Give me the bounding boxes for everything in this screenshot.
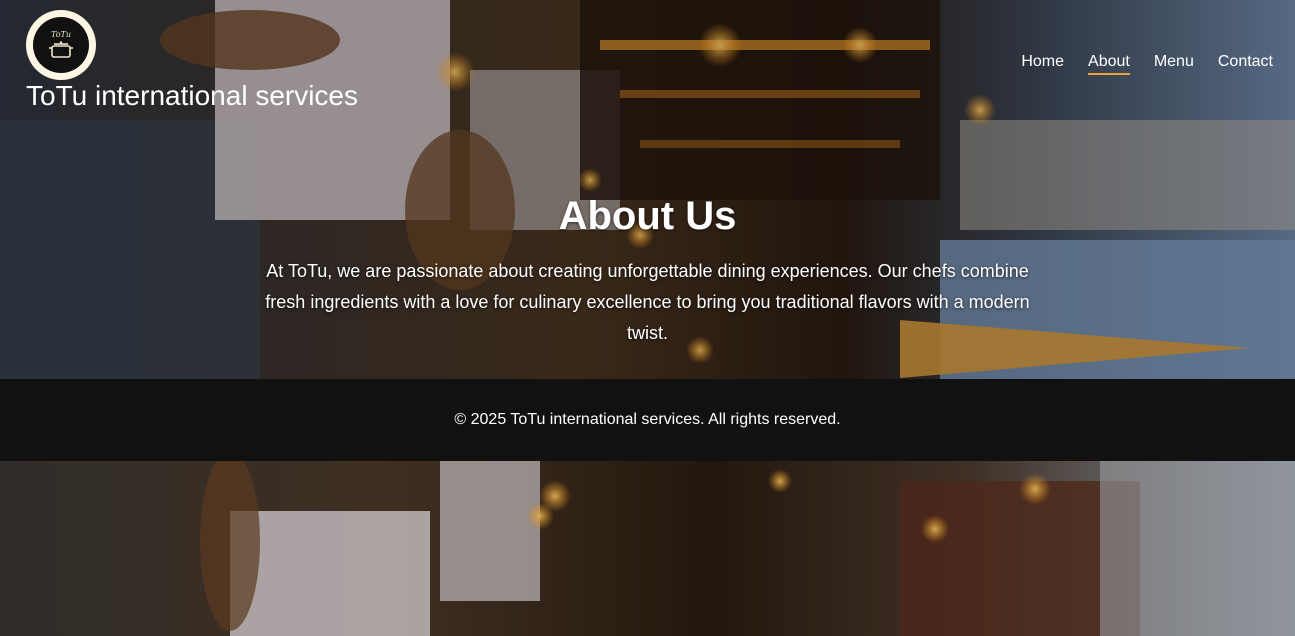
site-title: ToTu international services <box>26 80 359 111</box>
about-section: About Us At ToTu, we are passionate abou… <box>0 188 1295 349</box>
nav-home[interactable]: Home <box>1021 52 1064 75</box>
main-nav: Home About Menu Contact <box>1021 52 1273 75</box>
logo-badge: ToTu <box>33 17 89 73</box>
footer-background-image <box>0 461 1295 636</box>
logo-text: ToTu <box>50 30 72 39</box>
nav-about[interactable]: About <box>1088 52 1130 75</box>
logo[interactable]: ToTu <box>26 10 96 80</box>
cooking-pot-icon <box>49 41 73 58</box>
nav-menu[interactable]: Menu <box>1154 52 1194 75</box>
page: ToTu ToTu international services Home Ab… <box>0 0 1295 636</box>
copyright-text: © 2025 ToTu international services. All … <box>454 411 841 428</box>
page-title: About Us <box>558 194 737 238</box>
nav-contact[interactable]: Contact <box>1218 52 1273 75</box>
footer: © 2025 ToTu international services. All … <box>0 379 1295 461</box>
about-description: At ToTu, we are passionate about creatin… <box>265 261 1030 343</box>
